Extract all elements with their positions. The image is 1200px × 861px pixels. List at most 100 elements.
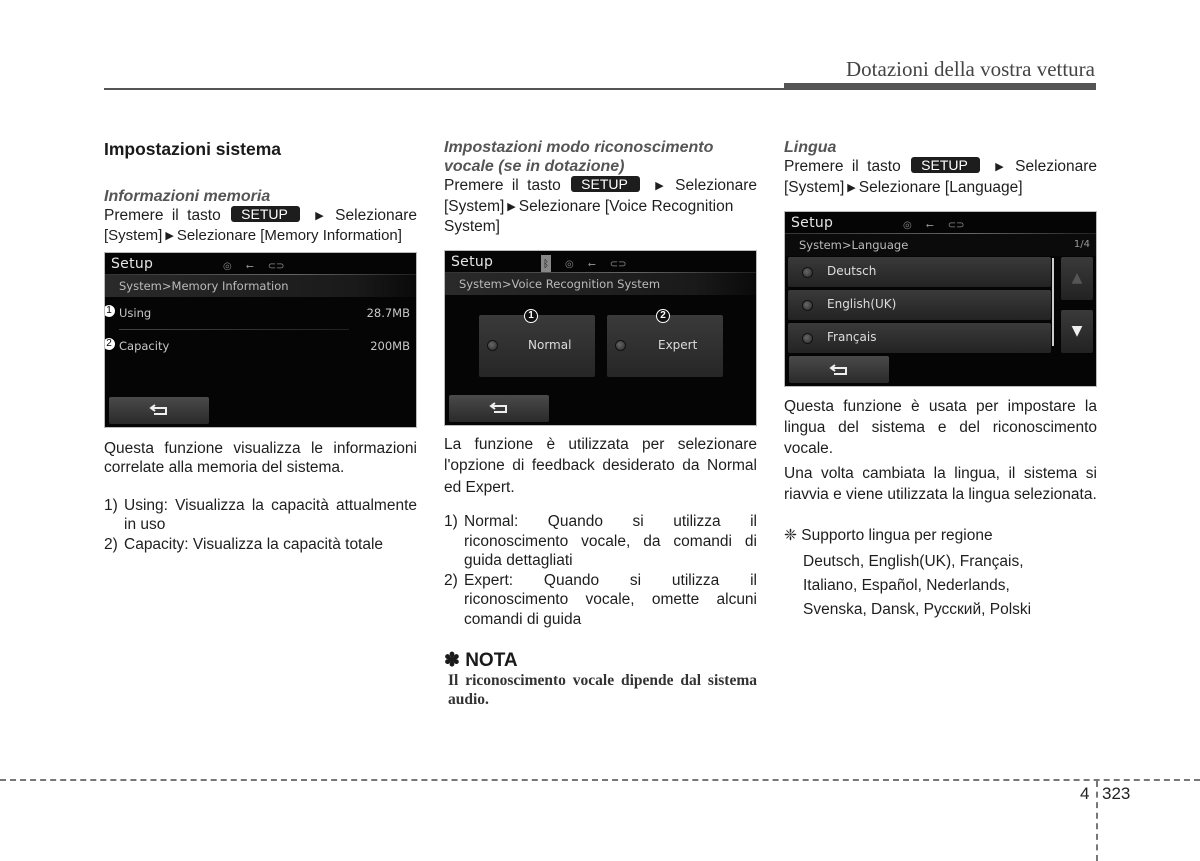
instruction-text: Premere il tasto	[444, 177, 561, 194]
row-value: 200MB	[370, 338, 410, 353]
item-text: Capacity: Visualizza la capacità totale	[124, 535, 384, 553]
instruction-text: Selezionare	[675, 177, 758, 194]
back-button[interactable]	[789, 356, 889, 383]
instruction-text: Premere il tasto	[784, 158, 901, 175]
instruction-line: [System] ▶ Selezionare [Memory Information…	[104, 226, 417, 247]
header-rule	[104, 88, 784, 90]
list-item: 1) Using: Visualizza la capacità attualm…	[104, 496, 417, 535]
screen-title: Setup	[451, 253, 494, 270]
back-arrow-icon	[149, 404, 167, 415]
chevron-down-icon: ▼	[1071, 322, 1083, 339]
option-expert-button[interactable]: Expert	[607, 314, 723, 377]
voice-recognition-screen: Setup ᛒ ◎ ⭠ ⊂⊃ System>Voice Recognition …	[444, 249, 757, 426]
language-option-english-uk[interactable]: English(UK)	[788, 290, 1051, 320]
language-label: Français	[827, 330, 877, 345]
instruction-text: Selezionare	[335, 206, 418, 224]
column-memory-info: Impostazioni sistema Informazioni memori…	[104, 138, 417, 554]
instruction-line: Premere il tasto SETUP ▶ Selezionare	[104, 205, 418, 227]
radio-indicator	[487, 340, 498, 351]
back-button[interactable]	[449, 394, 549, 422]
subsection-title: Informazioni memoria	[104, 187, 271, 205]
memory-row-capacity: Capacity 200MB	[119, 337, 410, 357]
setup-key: SETUP	[571, 176, 640, 192]
support-line: Italiano, Español, Nederlands,	[803, 576, 1010, 594]
language-label: Deutsch	[827, 264, 877, 279]
item-list: 1) Normal: Quando si utilizza il riconos…	[444, 512, 757, 629]
item-text: Using: Visualizza la capacità attualment…	[124, 496, 417, 534]
screen-breadcrumb: System>Memory Information	[105, 274, 416, 297]
back-arrow-icon	[489, 402, 507, 413]
instruction-line: Premere il tasto SETUP ▶ Selezionare	[444, 176, 757, 197]
row-label: Capacity	[119, 338, 170, 353]
item-number: 1)	[104, 496, 118, 514]
radio-indicator	[802, 266, 813, 278]
callout-1: 1	[105, 303, 116, 318]
description: Questa funzione visualizza le informazio…	[104, 439, 417, 477]
row-value: 28.7MB	[366, 305, 410, 320]
memory-row-using: Using 28.7MB	[119, 304, 410, 324]
option-label: Normal	[528, 337, 572, 352]
setup-key: SETUP	[911, 157, 980, 173]
footer-vertical-divider	[1096, 781, 1098, 861]
arrow-right-icon: ▶	[655, 180, 664, 192]
header-title: Dotazioni della vostra vettura	[846, 57, 1095, 81]
breadcrumb-text: System>Language	[799, 238, 909, 252]
support-line: Deutsch, English(UK), Français,	[803, 552, 1024, 570]
arrow-right-icon: ▶	[507, 200, 516, 213]
arrow-right-icon: ▶	[995, 161, 1004, 173]
subsection-title: Impostazioni modo riconoscimento vocale …	[444, 139, 714, 175]
language-screen: Setup ◎ ⭠ ⊂⊃ System>Language 1/4 Deutsch…	[784, 211, 1097, 387]
scroll-up-button[interactable]: ▲	[1061, 257, 1093, 300]
screen-breadcrumb: System>Voice Recognition System	[445, 272, 756, 295]
radio-indicator	[615, 340, 626, 351]
language-option-deutsch[interactable]: Deutsch	[788, 257, 1051, 287]
row-label: Using	[119, 305, 152, 320]
description: Una volta cambiata la lingua, il sistema…	[784, 465, 1097, 503]
list-item: 1) Normal: Quando si utilizza il riconos…	[444, 512, 757, 571]
instruction-text: [System]	[784, 178, 845, 196]
note-title: ✽ NOTA	[444, 650, 518, 671]
subsection-title: Lingua	[784, 139, 837, 156]
back-button[interactable]	[109, 396, 209, 424]
instruction-line: Premere il tasto SETUP ▶ Selezionare	[784, 157, 1097, 178]
callout-2: 2	[105, 336, 116, 351]
chevron-up-icon: ▲	[1071, 269, 1083, 286]
instruction-text: [System]	[104, 227, 163, 244]
support-note-title: ❈ Supporto lingua per regione	[784, 527, 993, 544]
scroll-down-button[interactable]: ▼	[1061, 310, 1093, 353]
instruction-text: Selezionare	[1015, 158, 1098, 175]
instruction-line: [System] ▶ Selezionare [Voice Recognition …	[444, 197, 757, 237]
callout-1: 1	[524, 308, 538, 323]
note-body: Il riconoscimento vocale dipende dal sis…	[448, 672, 757, 708]
description: La funzione è utilizzata per selezionare…	[444, 435, 757, 496]
list-item: 2) Expert: Quando si utilizza il riconos…	[444, 571, 757, 630]
callout-2: 2	[656, 308, 670, 323]
screen-title: Setup	[791, 215, 834, 231]
language-label: English(UK)	[827, 297, 897, 312]
support-line: Svenska, Dansk, Русский, Polski	[803, 600, 1032, 618]
item-list: 1) Using: Visualizza la capacità attualm…	[104, 496, 417, 555]
list-item: 2) Capacity: Visualizza la capacità tota…	[104, 535, 417, 555]
memory-info-screen: Setup ◎ ⭠ ⊂⊃ System>Memory Information 1…	[104, 251, 417, 428]
back-arrow-icon	[829, 363, 847, 375]
column-voice-recognition: Impostazioni modo riconoscimento vocale …	[444, 138, 757, 709]
radio-indicator	[802, 332, 813, 344]
chapter-number: 4	[1080, 784, 1090, 803]
divider	[119, 328, 349, 330]
radio-indicator	[802, 299, 813, 311]
arrow-right-icon: ▶	[847, 181, 856, 194]
option-normal-button[interactable]: Normal	[479, 314, 595, 377]
page-number: 323	[1102, 784, 1131, 803]
supported-languages: Deutsch, English(UK), Français, Italiano…	[803, 550, 1097, 622]
language-option-francais[interactable]: Français	[788, 323, 1051, 353]
instruction-text: Selezionare [Memory Information]	[176, 227, 402, 244]
section-title: Impostazioni sistema	[104, 139, 281, 159]
page-indicator: 1/4	[1073, 239, 1090, 250]
arrow-right-icon: ▶	[315, 209, 324, 222]
instruction-text: Selezionare [Language]	[858, 178, 1023, 196]
option-label: Expert	[658, 337, 698, 352]
description: Questa funzione è usata per impostare la…	[784, 398, 1097, 457]
scrollbar[interactable]	[1052, 258, 1054, 346]
item-number: 2)	[104, 535, 118, 553]
item-number: 2)	[444, 571, 458, 589]
